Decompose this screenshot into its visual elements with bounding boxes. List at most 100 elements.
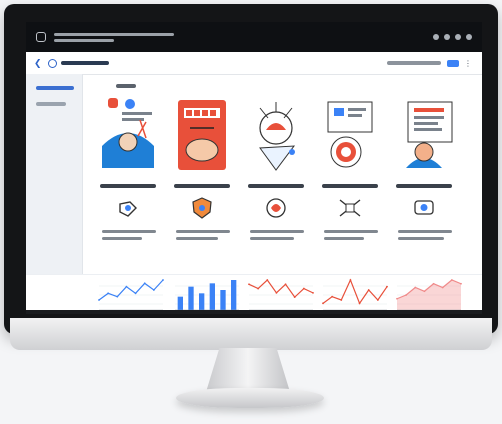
wifi-icon: [433, 34, 439, 40]
card-description: [324, 230, 378, 233]
card-description-line: [324, 237, 364, 240]
monitor-bezel: ❮ ⋮: [4, 4, 498, 334]
target-document-illustration: [327, 101, 373, 168]
brand-logo-icon: [47, 58, 57, 68]
chart-point: [414, 286, 417, 289]
card-description: [102, 230, 156, 233]
brand-label: [60, 61, 109, 65]
toolbar: ❮ ⋮: [26, 52, 482, 75]
brain-icon: [266, 198, 286, 218]
monitor-stand-base: [176, 388, 324, 408]
monitor-stand: [206, 348, 290, 392]
stamp-document-illustration: [178, 100, 226, 170]
card-description: [250, 230, 304, 233]
network-icon: [339, 199, 361, 217]
chart-point: [386, 285, 388, 288]
chart-point: [376, 299, 379, 301]
card-description-line: [398, 237, 444, 240]
chart-point: [275, 291, 278, 294]
settings-icon[interactable]: [466, 34, 472, 40]
card-title: [396, 184, 452, 188]
primary-action-button[interactable]: [447, 59, 459, 67]
card-description-line: [176, 237, 218, 240]
chart-bar: [231, 280, 237, 310]
chart-strip: [26, 274, 482, 314]
feature-card[interactable]: [166, 92, 238, 266]
lightbulb-icon: [119, 201, 137, 217]
app-subtitle: [54, 38, 114, 42]
sidebar-item[interactable]: [36, 86, 74, 90]
card-title: [100, 184, 156, 188]
mini-chart: [175, 280, 239, 311]
mini-chart: [322, 278, 388, 311]
chart-bar: [188, 286, 194, 310]
chart-point: [162, 279, 164, 281]
feature-card[interactable]: [240, 92, 312, 266]
sidebar: [26, 74, 83, 274]
card-description: [176, 230, 230, 233]
main-content: [82, 74, 482, 274]
card-title: [248, 184, 304, 188]
app-title-block: [54, 30, 174, 45]
chart-point: [143, 282, 146, 285]
mini-chart: [248, 279, 314, 311]
chart-point: [248, 283, 250, 286]
chart-point: [322, 302, 324, 305]
chart-point: [134, 292, 137, 295]
chart-point: [284, 283, 287, 286]
monitor-screen: ❮ ⋮: [26, 22, 482, 314]
chart-point: [441, 286, 444, 289]
chart-point: [405, 294, 408, 296]
thinking-person-illustration: [102, 98, 154, 168]
screen-bottom-edge: [26, 310, 482, 314]
chart-point: [460, 282, 462, 285]
window-status-icons: [433, 34, 472, 40]
mini-chart: [98, 279, 164, 311]
card-description: [398, 230, 452, 233]
feature-card[interactable]: [388, 92, 460, 266]
chart-point: [396, 297, 398, 300]
chart-point: [423, 290, 426, 293]
card-description-line: [250, 237, 294, 240]
sidebar-item[interactable]: [36, 102, 66, 106]
battery-icon: [444, 34, 450, 40]
app-menu-icon[interactable]: [36, 32, 46, 42]
chart-point: [107, 292, 110, 295]
more-options-icon[interactable]: ⋮: [464, 59, 472, 68]
chart-point: [312, 291, 314, 294]
chart-point: [302, 287, 305, 290]
chart-bar: [220, 290, 226, 310]
monitor-chin: [10, 318, 492, 350]
chart-point: [116, 295, 119, 298]
chart-point: [257, 287, 260, 290]
chart-point: [125, 285, 128, 288]
user-icon[interactable]: [455, 34, 461, 40]
idea-bulb-illustration: [259, 102, 296, 171]
mini-chart: [396, 279, 462, 311]
card-title: [322, 184, 378, 188]
chart-point: [432, 282, 435, 285]
app-titlebar: [26, 22, 482, 52]
chart-bar: [209, 283, 215, 310]
app-title: [54, 32, 174, 36]
chart-point: [266, 279, 269, 281]
chart-bar: [199, 293, 205, 310]
feature-card[interactable]: [314, 92, 386, 266]
search-field[interactable]: [387, 61, 441, 65]
card-title: [174, 184, 230, 188]
chart-point: [152, 289, 155, 291]
chart-point: [367, 289, 370, 291]
report-person-illustration: [406, 101, 453, 168]
chart-point: [450, 279, 453, 281]
feature-card[interactable]: [92, 92, 164, 266]
section-title: [116, 84, 136, 88]
chart-point: [293, 296, 296, 299]
back-arrow-icon[interactable]: ❮: [34, 58, 42, 69]
chart-point: [349, 279, 352, 281]
chart-bar: [177, 296, 183, 310]
chart-point: [331, 295, 334, 298]
chart-point: [340, 299, 343, 301]
chart-point: [98, 299, 100, 301]
chart-point: [358, 302, 361, 305]
card-description-line: [102, 237, 142, 240]
